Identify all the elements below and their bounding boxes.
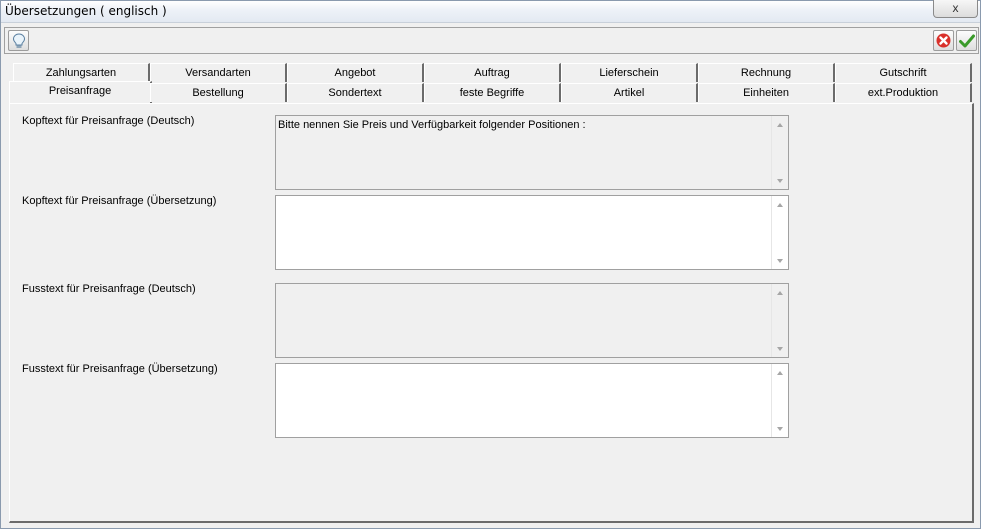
- title-bar: Übersetzungen ( englisch ) x: [1, 0, 980, 23]
- memo-kopftext-deutsch-value: Bitte nennen Sie Preis und Verfügbarkeit…: [278, 119, 586, 131]
- tab-sondertext[interactable]: Sondertext: [287, 83, 424, 102]
- scroll-up-icon[interactable]: [777, 123, 783, 127]
- tab-gutschrift[interactable]: Gutschrift: [835, 63, 972, 82]
- scroll-up-icon[interactable]: [777, 371, 783, 375]
- scroll-up-icon[interactable]: [777, 291, 783, 295]
- translation-window: Übersetzungen ( englisch ) x Zahlungsart…: [0, 0, 981, 529]
- scroll-up-icon[interactable]: [777, 203, 783, 207]
- lightbulb-button[interactable]: [8, 30, 29, 51]
- toolbar: [4, 27, 979, 54]
- window-title: Übersetzungen ( englisch ): [5, 4, 167, 18]
- cancel-icon: [936, 33, 951, 48]
- scroll-down-icon[interactable]: [777, 179, 783, 183]
- label-kopftext-uebersetzung: Kopftext für Preisanfrage (Übersetzung): [22, 195, 217, 207]
- memo-fusstext-deutsch[interactable]: [275, 283, 789, 358]
- checkmark-icon: [958, 34, 975, 47]
- scroll-down-icon[interactable]: [777, 259, 783, 263]
- tab-feste-begriffe[interactable]: feste Begriffe: [424, 83, 561, 102]
- tab-strip: Zahlungsarten Versandarten Angebot Auftr…: [9, 61, 975, 105]
- lightbulb-icon: [12, 32, 25, 48]
- label-fusstext-uebersetzung: Fusstext für Preisanfrage (Übersetzung): [22, 363, 218, 375]
- memo-fusstext-uebersetzung[interactable]: [275, 363, 789, 438]
- tab-zahlungsarten[interactable]: Zahlungsarten: [13, 63, 150, 82]
- close-icon: x: [952, 1, 959, 15]
- tab-ext-produktion[interactable]: ext.Produktion: [835, 83, 972, 102]
- scroll-down-icon[interactable]: [777, 347, 783, 351]
- scrollbar[interactable]: [771, 196, 788, 269]
- cancel-button[interactable]: [933, 30, 954, 51]
- tab-angebot[interactable]: Angebot: [287, 63, 424, 82]
- label-kopftext-deutsch: Kopftext für Preisanfrage (Deutsch): [22, 115, 195, 127]
- scrollbar[interactable]: [771, 364, 788, 437]
- memo-kopftext-uebersetzung[interactable]: [275, 195, 789, 270]
- confirm-button[interactable]: [956, 30, 977, 51]
- tab-versandarten[interactable]: Versandarten: [150, 63, 287, 82]
- scroll-down-icon[interactable]: [777, 427, 783, 431]
- tab-preisanfrage[interactable]: Preisanfrage: [9, 81, 152, 103]
- memo-kopftext-deutsch[interactable]: Bitte nennen Sie Preis und Verfügbarkeit…: [275, 115, 789, 190]
- scrollbar[interactable]: [771, 284, 788, 357]
- tab-lieferschein[interactable]: Lieferschein: [561, 63, 698, 82]
- tab-bestellung[interactable]: Bestellung: [150, 83, 287, 102]
- label-fusstext-deutsch: Fusstext für Preisanfrage (Deutsch): [22, 283, 196, 295]
- close-button[interactable]: x: [933, 0, 978, 18]
- tab-artikel[interactable]: Artikel: [561, 83, 698, 102]
- tab-auftrag[interactable]: Auftrag: [424, 63, 561, 82]
- tab-rechnung[interactable]: Rechnung: [698, 63, 835, 82]
- scrollbar[interactable]: [771, 116, 788, 189]
- tab-einheiten[interactable]: Einheiten: [698, 83, 835, 102]
